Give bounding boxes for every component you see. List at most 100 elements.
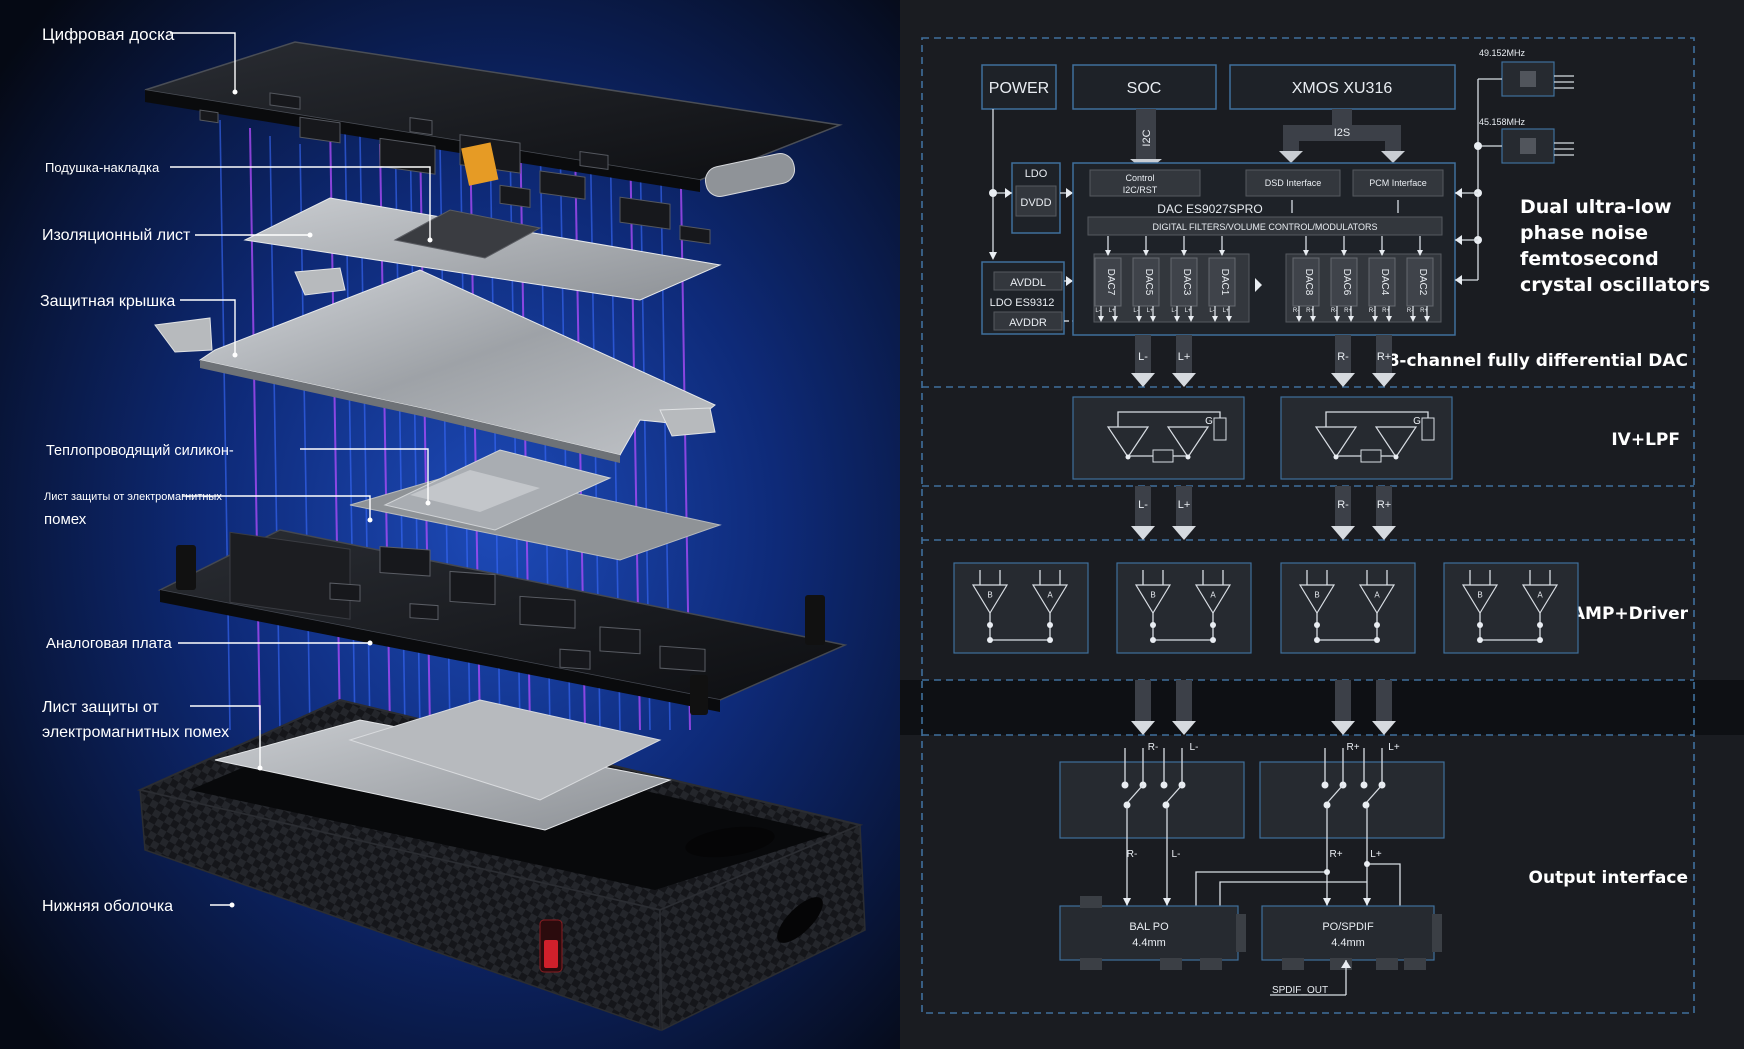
- component-label: Аналоговая плата: [46, 635, 172, 652]
- op-amp-label: B: [1150, 591, 1155, 600]
- svg-text:LDO: LDO: [1025, 168, 1048, 180]
- output-switch-block: [1259, 748, 1445, 839]
- amp-output-label: L+: [1388, 742, 1400, 753]
- leader-dot: [232, 352, 238, 358]
- svg-text:BAL PO: BAL PO: [1129, 921, 1169, 933]
- svg-text:4.4mm: 4.4mm: [1331, 937, 1365, 949]
- section-label-ivlpf: IV+LPF: [1611, 430, 1680, 450]
- dac-pin-label: R-: [1331, 308, 1337, 314]
- gain-label: G: [1413, 416, 1421, 427]
- dac-channel-label: DAC1: [1219, 269, 1230, 296]
- digital-board-chip: [199, 109, 219, 124]
- svg-text:AVDDL: AVDDL: [1010, 277, 1046, 289]
- gain-label: G: [1205, 416, 1213, 427]
- page: Цифровая доска Подушка-накладка Изоляционн…: [0, 0, 1744, 1049]
- digital-board-chip: [499, 184, 531, 209]
- amp-output-label: L-: [1190, 742, 1199, 753]
- signal-label: R-: [1337, 351, 1349, 363]
- output-signal-label: L+: [1370, 849, 1382, 860]
- dac-channel-label: DAC5: [1143, 269, 1154, 296]
- leader-dot: [367, 517, 373, 523]
- signal-label: R-: [1337, 499, 1349, 511]
- soc-block: SOC: [1072, 64, 1217, 110]
- analog-board-chip: [449, 570, 496, 606]
- leader-dot: [307, 232, 313, 238]
- svg-text:Control: Control: [1125, 173, 1154, 183]
- diagram-background: [900, 0, 1744, 1049]
- component-label: Подушка-накладка: [45, 160, 160, 175]
- svg-text:49.152MHz: 49.152MHz: [1479, 48, 1526, 58]
- output-switch-block: [1059, 748, 1245, 839]
- component-label: Нижняя оболочка: [42, 898, 173, 915]
- svg-text:AVDDR: AVDDR: [1009, 317, 1047, 329]
- dac-channel-label: DAC6: [1341, 269, 1352, 296]
- ldo-es9312-block: AVDDL LDO ES9312 AVDDR: [981, 261, 1065, 335]
- signal-label: L+: [1178, 351, 1191, 363]
- ldo-block: LDO DVDD: [1011, 162, 1061, 234]
- signal-label: L-: [1138, 351, 1148, 363]
- component-label: Лист защиты от электромагнитных: [44, 491, 222, 503]
- component-label: помех: [44, 511, 87, 528]
- op-amp-label: B: [987, 591, 992, 600]
- analog-standoff-1: [176, 545, 196, 590]
- dac-pin-label: L-: [1171, 308, 1176, 314]
- block-diagram: POWER SOC XMOS XU316 I2C I2S LDO DVDD AV…: [900, 0, 1744, 1049]
- op-amp-label: B: [1314, 591, 1319, 600]
- dac-pin-label: L-: [1209, 308, 1214, 314]
- po-spdif-jack: PO/SPDIF 4.4mm: [1261, 905, 1442, 970]
- dac-pin-label: R-: [1407, 308, 1413, 314]
- analog-standoff-3: [690, 675, 708, 715]
- svg-text:SOC: SOC: [1127, 80, 1162, 97]
- svg-text:PO/SPDIF: PO/SPDIF: [1322, 921, 1374, 933]
- exploded-view-illustration: Цифровая доска Подушка-накладка Изоляционн…: [0, 0, 900, 1049]
- output-signal-label: R+: [1329, 849, 1342, 860]
- svg-text:LDO ES9312: LDO ES9312: [990, 297, 1055, 309]
- svg-text:4.4mm: 4.4mm: [1132, 937, 1166, 949]
- iv-lpf-block: G: [1072, 396, 1245, 480]
- dac-channel-label: DAC2: [1417, 269, 1428, 296]
- analog-board-chip: [329, 582, 361, 602]
- signal-bus: [1135, 680, 1151, 721]
- svg-text:DAC ES9027SPRO: DAC ES9027SPRO: [1157, 202, 1262, 216]
- amp-driver-block: BA: [953, 562, 1089, 654]
- dac-es9027spro: Control I2C/RST DSD Interface PCM Interf…: [1072, 162, 1456, 336]
- bal-po-jack: BAL PO 4.4mm: [1059, 896, 1246, 970]
- op-amp-label: B: [1477, 591, 1482, 600]
- leader-dot: [257, 765, 263, 771]
- section-label-output: Output interface: [1529, 868, 1688, 888]
- analog-board-chip: [559, 648, 591, 670]
- svg-text:I2C/RST: I2C/RST: [1123, 185, 1158, 195]
- svg-text:femtosecond: femtosecond: [1520, 248, 1659, 270]
- amp-output-label: R-: [1148, 742, 1159, 753]
- svg-text:PCM Interface: PCM Interface: [1369, 178, 1427, 188]
- analog-board-chip: [379, 546, 431, 577]
- signal-label: L+: [1178, 499, 1191, 511]
- output-band-dark: [900, 680, 1744, 735]
- svg-text:DVDD: DVDD: [1020, 197, 1051, 209]
- op-amp-label: A: [1047, 591, 1053, 600]
- leader-dot: [232, 89, 238, 95]
- iv-lpf-block: G: [1280, 396, 1453, 480]
- svg-text:POWER: POWER: [989, 80, 1049, 97]
- leader-dot: [367, 640, 373, 646]
- xmos-block: XMOS XU316: [1229, 64, 1456, 110]
- output-signal-label: L-: [1172, 849, 1181, 860]
- dac-pin-label: R-: [1369, 308, 1375, 314]
- svg-text:45.158MHz: 45.158MHz: [1479, 117, 1526, 127]
- analog-board-chip: [599, 626, 641, 655]
- analog-board-chip: [409, 603, 439, 621]
- analog-standoff-2: [805, 595, 825, 645]
- amp-driver-block: BA: [1116, 562, 1252, 654]
- signal-label: R+: [1377, 499, 1391, 511]
- analog-board-chip: [659, 645, 706, 672]
- dac-channel-label: DAC3: [1181, 269, 1192, 296]
- svg-text:DIGITAL FILTERS/VOLUME CONTROL: DIGITAL FILTERS/VOLUME CONTROL/MODULATOR…: [1152, 222, 1377, 232]
- analog-board-chip: [519, 595, 576, 629]
- svg-text:DSD Interface: DSD Interface: [1265, 178, 1322, 188]
- leader-dot: [229, 902, 235, 908]
- power-block: POWER: [981, 64, 1057, 110]
- svg-text:crystal oscillators: crystal oscillators: [1520, 274, 1710, 296]
- dac-channel-label: DAC8: [1303, 269, 1314, 296]
- section-label-dac: 8-channel fully differential DAC: [1388, 351, 1688, 371]
- digital-board-chip: [409, 117, 433, 136]
